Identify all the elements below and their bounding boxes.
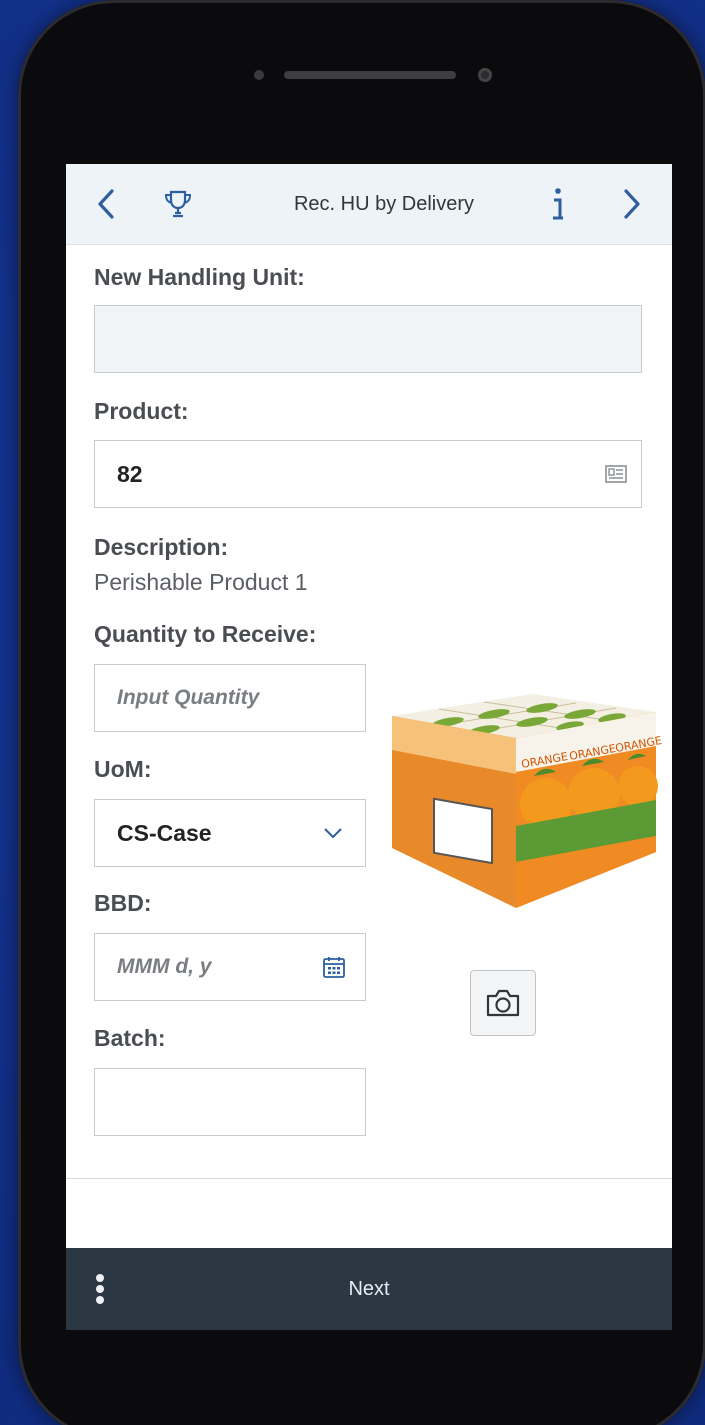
quantity-input[interactable]: Input Quantity: [94, 664, 366, 732]
batch-input[interactable]: [94, 1068, 366, 1136]
value-help-icon: [605, 465, 627, 483]
info-icon: [553, 188, 563, 220]
content-divider: [66, 1178, 672, 1179]
handling-unit-label: New Handling Unit:: [94, 264, 305, 290]
forward-button[interactable]: [612, 164, 652, 244]
speaker-grille: [284, 71, 456, 79]
bbd-date-picker[interactable]: MMM d, y: [94, 933, 366, 1001]
page-title: Rec. HU by Delivery: [293, 192, 475, 215]
product-value: 82: [117, 460, 143, 487]
calendar-icon: [323, 957, 345, 978]
uom-label: UoM:: [94, 756, 152, 782]
quantity-placeholder: Input Quantity: [117, 686, 260, 709]
front-camera: [478, 68, 492, 82]
handling-unit-field[interactable]: [94, 305, 642, 373]
calendar-button[interactable]: [323, 934, 345, 1000]
quantity-label: Quantity to Receive:: [94, 621, 317, 647]
batch-label: Batch:: [94, 1025, 166, 1051]
description-label: Description:: [94, 534, 229, 560]
product-image: ORANGE ORANGE ORANGE: [392, 694, 663, 908]
uom-value: CS-Case: [117, 819, 212, 846]
uom-dropdown-arrow: [323, 800, 343, 866]
chevron-down-icon: [324, 828, 342, 839]
product-input[interactable]: 82: [94, 440, 642, 508]
app-screen: Rec. HU by Delivery New Handling Unit: P…: [66, 164, 672, 1330]
camera-icon: [486, 989, 520, 1017]
uom-select[interactable]: CS-Case: [94, 799, 366, 867]
description-value: Perishable Product 1: [94, 569, 308, 595]
value-help-button[interactable]: [605, 441, 627, 507]
camera-button[interactable]: [470, 970, 536, 1036]
product-label: Product:: [94, 398, 189, 424]
app-header: Rec. HU by Delivery: [66, 164, 672, 245]
bbd-placeholder: MMM d, y: [117, 955, 212, 978]
sensor-dot: [254, 70, 264, 80]
chevron-right-icon: [624, 189, 640, 219]
bbd-label: BBD:: [94, 890, 152, 916]
info-button[interactable]: [538, 164, 578, 244]
next-button[interactable]: Next: [66, 1248, 672, 1330]
footer-toolbar: Next: [66, 1248, 672, 1330]
